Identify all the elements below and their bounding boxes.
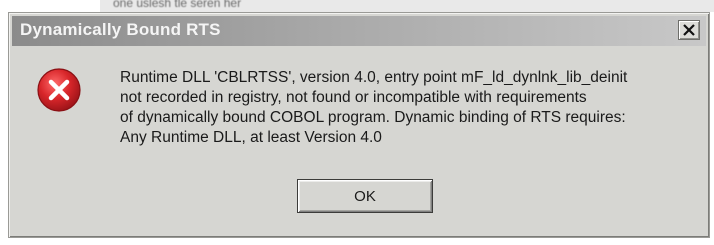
ok-button[interactable]: OK	[297, 179, 433, 213]
error-icon	[35, 66, 83, 114]
close-button[interactable]	[678, 20, 700, 40]
error-message: Runtime DLL 'CBLRTSS', version 4.0, entr…	[120, 68, 706, 148]
message-line: not recorded in registry, not found or i…	[120, 89, 587, 106]
message-line: Any Runtime DLL, at least Version 4.0	[120, 129, 382, 146]
background-window-text: one uslesh tle seren her	[113, 0, 242, 10]
background-window-strip: one uslesh tle seren her	[100, 0, 714, 12]
dialog-title: Dynamically Bound RTS	[20, 20, 221, 39]
error-dialog: Dynamically Bound RTS Runtime DLL 'CBLRT…	[8, 12, 710, 238]
close-x-icon	[683, 24, 695, 36]
dialog-titlebar[interactable]: Dynamically Bound RTS	[12, 16, 706, 46]
message-line: Runtime DLL 'CBLRTSS', version 4.0, entr…	[120, 69, 628, 86]
message-line: of dynamically bound COBOL program. Dyna…	[120, 109, 626, 126]
